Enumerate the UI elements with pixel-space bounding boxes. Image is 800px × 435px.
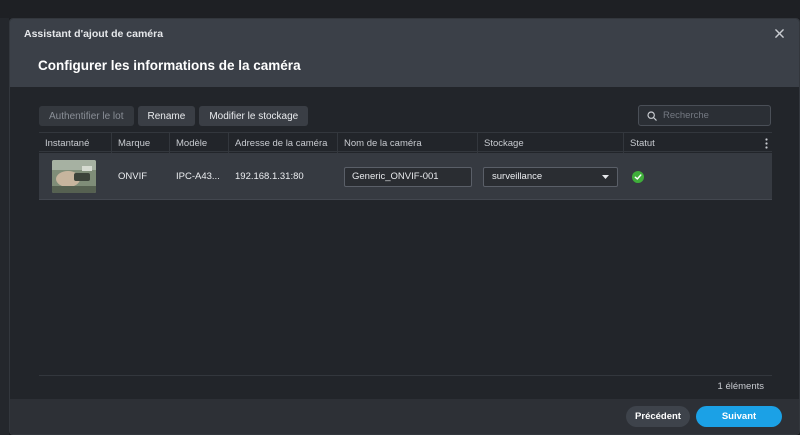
modify-storage-button[interactable]: Modifier le stockage xyxy=(199,106,309,126)
background-panel xyxy=(0,18,9,435)
search-input[interactable] xyxy=(663,110,763,121)
dialog-header: Assistant d'ajout de caméra Configurer l… xyxy=(10,19,799,87)
table-footer-divider xyxy=(39,375,772,376)
dropdown-arrow-icon xyxy=(602,174,609,179)
more-vertical-icon xyxy=(764,137,768,149)
column-options-button[interactable] xyxy=(760,133,772,153)
camera-snapshot-thumbnail xyxy=(52,160,96,193)
window-title: Assistant d'ajout de caméra xyxy=(24,28,164,40)
previous-button[interactable]: Précédent xyxy=(626,406,690,427)
camera-wizard-dialog: Assistant d'ajout de caméra Configurer l… xyxy=(9,18,800,435)
page-title: Configurer les informations de la caméra xyxy=(38,58,301,73)
storage-select[interactable]: surveillance xyxy=(483,166,618,187)
next-button[interactable]: Suivant xyxy=(696,406,782,427)
column-camera-name[interactable]: Nom de la caméra xyxy=(337,133,477,153)
batch-authenticate-button[interactable]: Authentifier le lot xyxy=(39,106,134,126)
row-model: IPC-A43... xyxy=(176,171,220,182)
row-address: 192.168.1.31:80 xyxy=(235,171,304,182)
toolbar: Authentifier le lot Rename Modifier le s… xyxy=(39,106,309,126)
close-icon xyxy=(774,28,784,38)
search-icon xyxy=(647,110,657,121)
column-address[interactable]: Adresse de la caméra xyxy=(228,133,337,153)
table-row[interactable]: ONVIF IPC-A43... 192.168.1.31:80 surveil… xyxy=(39,153,772,200)
storage-selected-value: surveillance xyxy=(492,171,543,182)
search-box[interactable] xyxy=(638,105,771,126)
background-strip xyxy=(0,0,800,18)
item-count: 1 éléments xyxy=(717,381,764,392)
camera-name-input[interactable] xyxy=(344,166,472,187)
row-brand: ONVIF xyxy=(118,171,148,182)
snapshot-image xyxy=(52,160,96,193)
column-status[interactable]: Statut xyxy=(623,133,760,153)
column-model[interactable]: Modèle xyxy=(169,133,228,153)
table-header: Instantané Marque Modèle Adresse de la c… xyxy=(39,132,772,153)
close-button[interactable] xyxy=(771,25,787,41)
rename-button[interactable]: Rename xyxy=(137,106,196,126)
column-snapshot[interactable]: Instantané xyxy=(39,133,111,153)
column-storage[interactable]: Stockage xyxy=(477,133,623,153)
check-circle-icon xyxy=(632,170,644,183)
column-brand[interactable]: Marque xyxy=(111,133,169,153)
